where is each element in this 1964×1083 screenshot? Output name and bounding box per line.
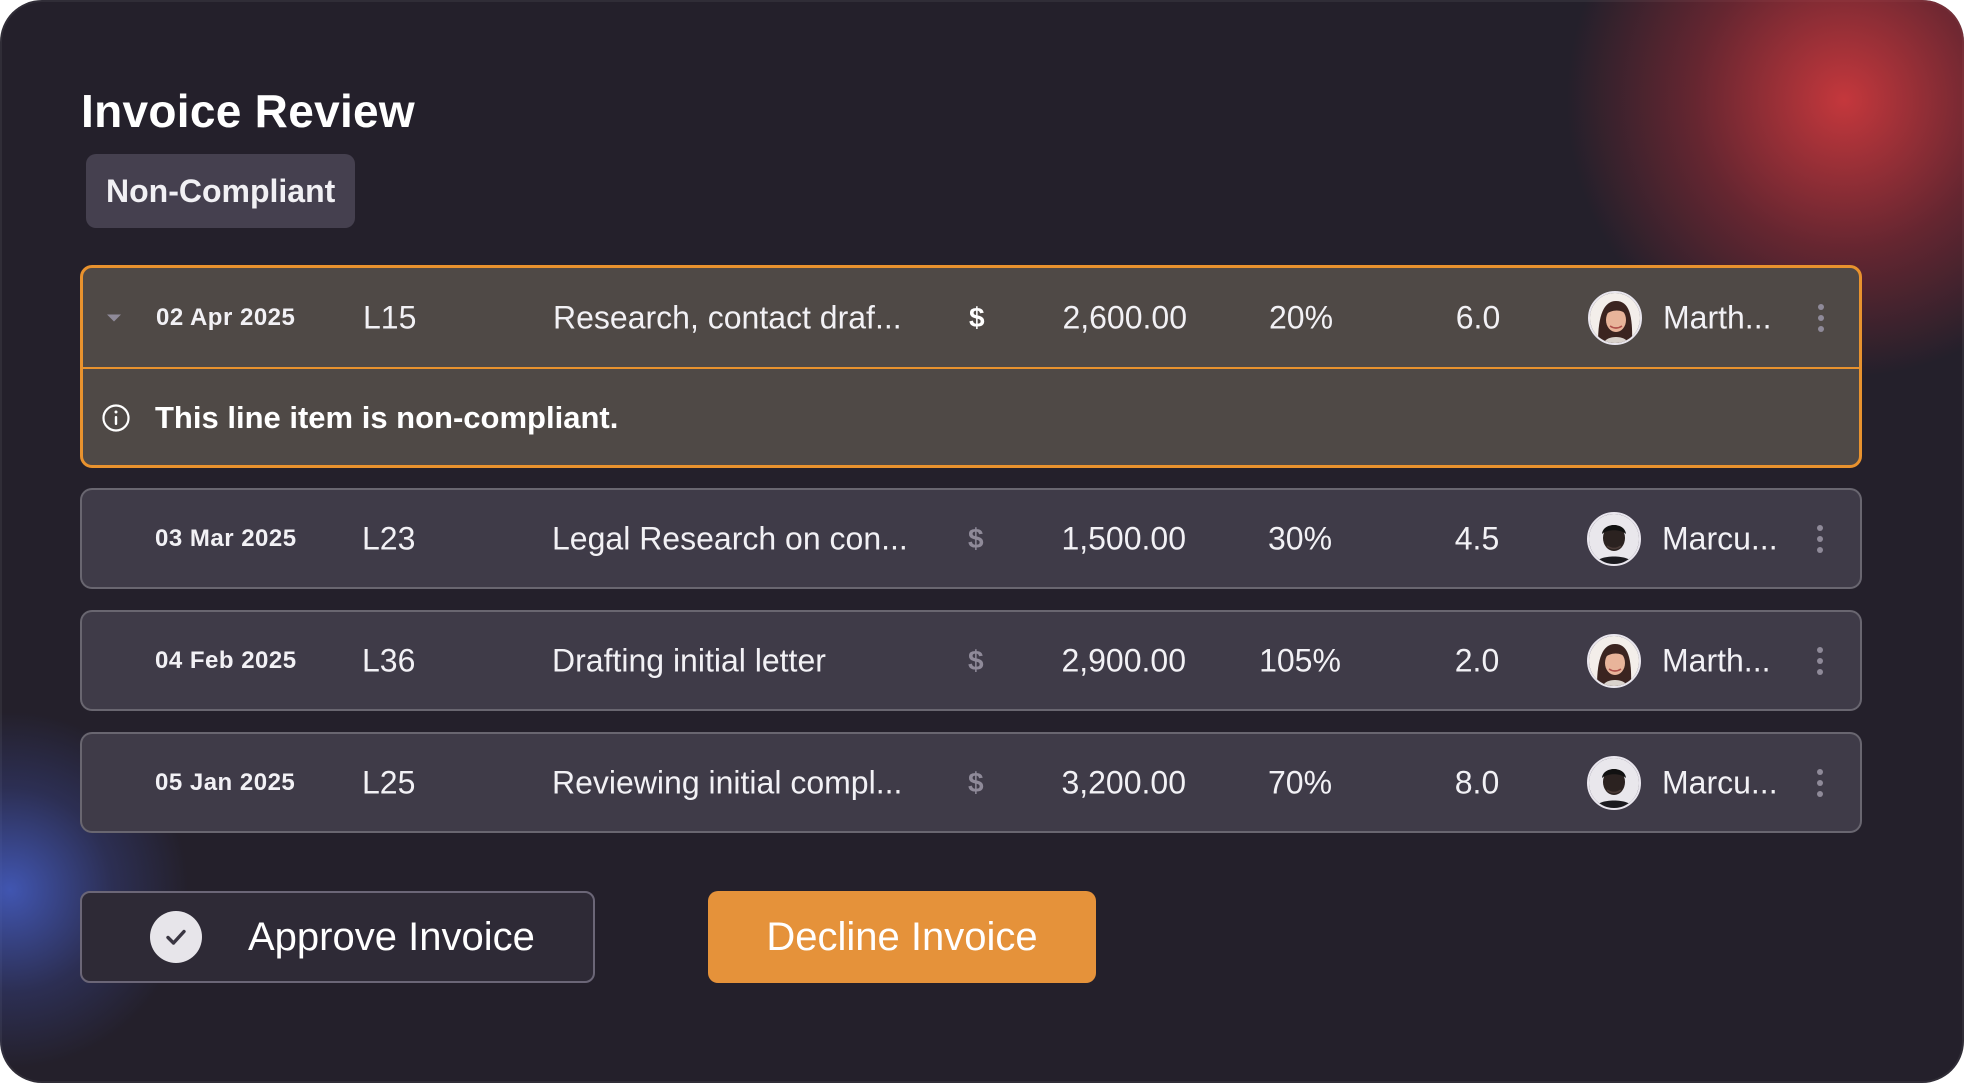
row-date: 05 Jan 2025 — [155, 768, 296, 796]
more-vertical-icon[interactable] — [1814, 768, 1826, 797]
row-amount: 2,900.00 — [1061, 642, 1186, 678]
avatar — [1587, 755, 1641, 810]
dollar-icon: $ — [969, 302, 985, 333]
row-hours: 4.5 — [1454, 520, 1500, 556]
dollar-icon: $ — [968, 644, 984, 676]
avatar — [1587, 633, 1641, 688]
row-percent: 20% — [1268, 299, 1334, 336]
table-row[interactable]: 02 Apr 2025 L15 Research, contact draf..… — [80, 265, 1862, 468]
row-amount: 2,600.00 — [1062, 299, 1187, 336]
row-percent: 30% — [1267, 520, 1333, 556]
table-row[interactable]: 03 Mar 2025 L23 Legal Research on con...… — [80, 488, 1862, 589]
row-description: Legal Research on con... — [552, 520, 908, 556]
row-description: Research, contact draf... — [553, 299, 902, 336]
chevron-down-icon[interactable] — [107, 314, 121, 322]
dollar-icon: $ — [968, 522, 984, 554]
row-person: Marth... — [1663, 299, 1772, 336]
row-date: 03 Mar 2025 — [155, 524, 297, 552]
row-percent: 70% — [1267, 764, 1333, 800]
more-vertical-icon[interactable] — [1815, 304, 1827, 332]
row-person: Marth... — [1662, 642, 1771, 678]
table-row[interactable]: 05 Jan 2025 L25 Reviewing initial compl.… — [80, 732, 1862, 833]
row-code: L36 — [362, 642, 416, 678]
row-person: Marcu... — [1662, 520, 1778, 556]
row-percent: 105% — [1259, 642, 1341, 678]
decline-invoice-button[interactable]: Decline Invoice — [708, 891, 1096, 983]
invoice-review-card: Invoice Review Non-Compliant 02 Apr 2025… — [0, 0, 1964, 1083]
check-circle-icon — [150, 911, 202, 963]
row-hours: 2.0 — [1454, 642, 1500, 678]
approve-invoice-button[interactable]: Approve Invoice — [80, 891, 595, 983]
more-vertical-icon[interactable] — [1814, 524, 1826, 553]
row-date: 04 Feb 2025 — [155, 646, 297, 674]
row-code: L15 — [363, 299, 417, 336]
row-amount: 3,200.00 — [1061, 764, 1186, 800]
table-row[interactable]: 04 Feb 2025 L36 Drafting initial letter … — [80, 610, 1862, 711]
compliance-warning: This line item is non-compliant. — [101, 400, 618, 436]
row-divider — [83, 367, 1859, 369]
info-icon — [102, 404, 130, 432]
dollar-icon: $ — [968, 766, 984, 798]
row-code: L23 — [362, 520, 416, 556]
row-person: Marcu... — [1662, 764, 1778, 800]
row-description: Reviewing initial compl... — [552, 764, 903, 800]
row-code: L25 — [362, 764, 416, 800]
row-date: 02 Apr 2025 — [156, 304, 296, 331]
row-hours: 6.0 — [1455, 299, 1501, 336]
more-vertical-icon[interactable] — [1814, 646, 1826, 675]
status-badge: Non-Compliant — [86, 154, 356, 228]
approve-label: Approve Invoice — [248, 914, 535, 959]
avatar — [1587, 511, 1641, 566]
row-hours: 8.0 — [1454, 764, 1500, 800]
avatar — [1588, 291, 1642, 345]
warning-text: This line item is non-compliant. — [155, 400, 619, 435]
page-title: Invoice Review — [81, 85, 416, 137]
row-amount: 1,500.00 — [1061, 520, 1186, 556]
row-description: Drafting initial letter — [552, 642, 826, 678]
